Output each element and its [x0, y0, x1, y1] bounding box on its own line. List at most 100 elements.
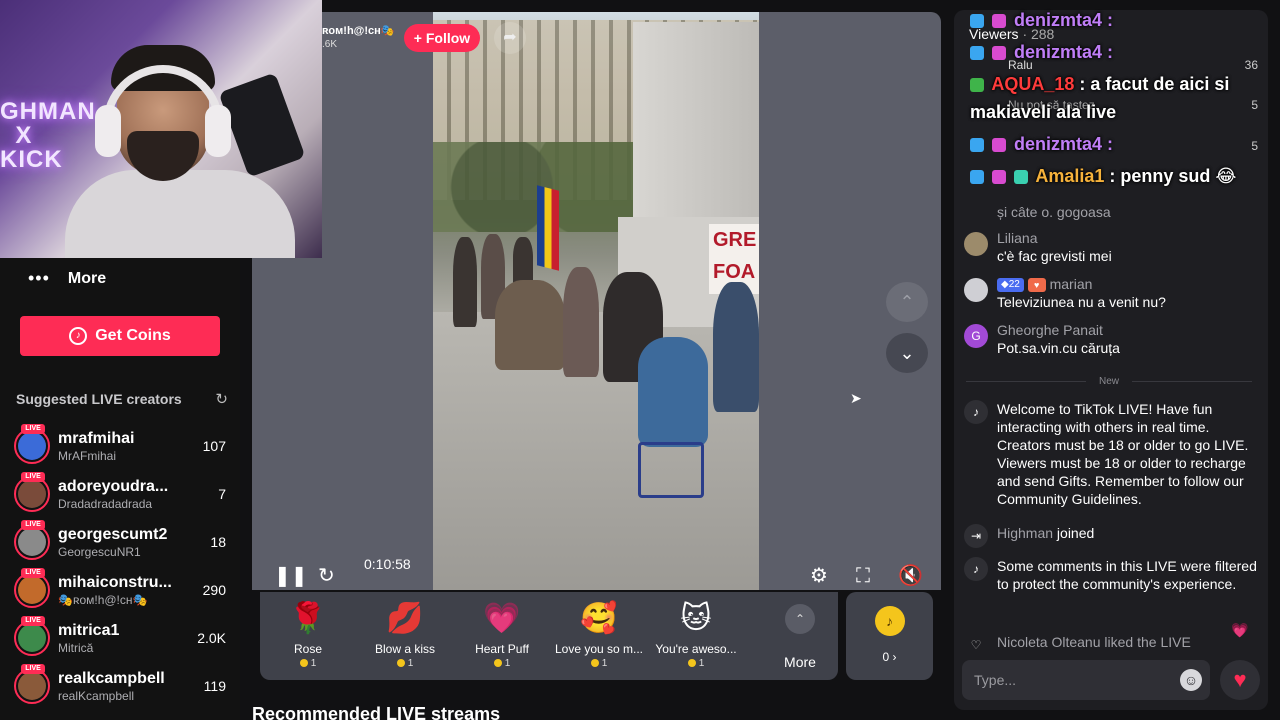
creator-name: realkcampbell: [58, 669, 165, 687]
coin-icon: ♪: [69, 327, 88, 345]
avatar[interactable]: LIVE: [14, 424, 50, 464]
live-player[interactable]: GRE FOA ❚❚ ↻ ⚙ ⛶ 🔇: [252, 12, 941, 590]
liked-username[interactable]: Nicoleta Olteanu: [997, 634, 1101, 650]
streamer-info[interactable]: ʀoᴍ!h@!ᴄн🎭 .6K: [322, 24, 395, 50]
overlay-message: : a facut de aici si: [1074, 74, 1230, 94]
chat-message[interactable]: Liliana c'è fac grevisti mei: [964, 230, 1260, 265]
chat-username[interactable]: Liliana: [997, 230, 1112, 246]
recommended-title: Recommended LIVE streams: [252, 704, 501, 720]
suggested-creator[interactable]: LIVE adoreyoudra... Dradadradadrada 7: [14, 472, 226, 516]
refresh-icon[interactable]: ↻: [215, 390, 228, 408]
live-badge: LIVE: [21, 520, 45, 530]
viewer-score: 5: [1251, 139, 1258, 153]
gift-price: 1: [310, 658, 317, 669]
creator-name: mrafmihai: [58, 429, 135, 447]
avatar[interactable]: LIVE: [14, 568, 50, 608]
previous-stream-icon[interactable]: ⌃: [886, 282, 928, 322]
gift-item[interactable]: 🥰 Love you so m... 1: [553, 600, 645, 669]
more-menu[interactable]: ••• More: [28, 268, 106, 289]
avatar[interactable]: [964, 232, 988, 256]
chat-message[interactable]: G Gheorghe Panait Pot.sa.vin.cu căruța: [964, 322, 1260, 357]
overlay-username: denizmta4 :: [1014, 42, 1114, 62]
live-video[interactable]: GRE FOA: [433, 12, 759, 590]
stream-timer: 0:10:58: [364, 556, 411, 572]
creator-viewer-count: 290: [202, 582, 226, 598]
gift-price: 1: [504, 658, 511, 669]
creator-handle: realKcampbell: [58, 688, 135, 703]
creator-name: georgescumt2: [58, 525, 168, 543]
share-icon[interactable]: ➦: [494, 22, 526, 54]
heart-outline-icon: ♡: [970, 638, 982, 652]
avatar[interactable]: LIVE: [14, 520, 50, 560]
fan-badge-icon: [992, 170, 1007, 185]
next-stream-icon[interactable]: ⌄: [886, 333, 928, 373]
liked-text: liked the LIVE: [1100, 634, 1191, 650]
emoji-icon[interactable]: ☺: [1180, 669, 1202, 691]
join-icon: ⇥: [964, 524, 988, 548]
fullscreen-icon[interactable]: ⛶: [856, 564, 870, 588]
fan-badge-icon: [992, 46, 1007, 61]
diamond-badge-icon: [970, 14, 984, 29]
romanian-flag: [537, 185, 559, 271]
avatar[interactable]: LIVE: [14, 616, 50, 656]
gift-name: You're aweso...: [655, 642, 737, 656]
system-message-joined: ⇥ Highman joined: [964, 524, 1260, 548]
avatar[interactable]: LIVE: [14, 472, 50, 512]
gift-price: 1: [698, 658, 705, 669]
chat-username[interactable]: marian: [1050, 276, 1093, 292]
coin-icon: [493, 659, 502, 668]
overlay-message: makiaveli ala live: [970, 102, 1117, 122]
suggested-creator[interactable]: LIVE mitrica1 Mitrică 2.0K: [14, 616, 226, 660]
avatar[interactable]: G: [964, 324, 988, 348]
chat-username[interactable]: Gheorghe Panait: [997, 322, 1120, 338]
settings-icon[interactable]: ⚙: [810, 564, 828, 588]
diamond-badge-icon: [970, 138, 984, 153]
get-coins-button[interactable]: ♪ Get Coins: [20, 316, 220, 356]
suggested-creator[interactable]: LIVE mrafmihai MrAFmihai 107: [14, 424, 226, 468]
coin-icon: [687, 659, 696, 668]
welcome-text: Welcome to TikTok LIVE! Have fun interac…: [997, 401, 1249, 507]
get-coins-label: Get Coins: [95, 327, 171, 344]
gift-item[interactable]: 💋 Blow a kiss 1: [359, 600, 451, 669]
suggested-creator[interactable]: LIVE mihaiconstru... 🎭ʀoᴍ!h@!ᴄн🎭 290: [14, 568, 226, 612]
suggested-creator[interactable]: LIVE georgescumt2 GeorgescuNR1 18: [14, 520, 226, 564]
suggested-creator[interactable]: LIVE realkcampbell realKcampbell 119: [14, 664, 226, 708]
like-heart-button[interactable]: ♥: [1220, 660, 1260, 700]
gift-icon: 🥰: [580, 602, 618, 635]
more-gifts-button[interactable]: ⌃ More: [770, 604, 830, 670]
live-badge: LIVE: [21, 568, 45, 578]
more-dots-icon: •••: [28, 268, 50, 288]
joined-text: joined: [1053, 525, 1095, 541]
coin-icon: ♪: [874, 606, 905, 636]
gift-name: Love you so m...: [554, 642, 644, 656]
new-messages-divider: New: [966, 376, 1252, 387]
chat-message[interactable]: și câte o. gogoasa: [964, 202, 1260, 228]
gift-item[interactable]: 🐱 You're aweso... 1: [650, 600, 742, 669]
more-gifts-label: More: [784, 654, 816, 670]
chat-message-text: Televiziunea nu a venit nu?: [997, 294, 1166, 311]
viewer-score: 5: [1251, 98, 1258, 112]
pause-icon[interactable]: ❚❚: [274, 564, 308, 588]
refresh-stream-icon[interactable]: ↻: [318, 564, 335, 588]
coin-wallet[interactable]: ♪ 0 ›: [846, 592, 933, 680]
tiktok-icon: ♪: [964, 557, 988, 581]
overlay-username: Amalia1: [1035, 166, 1105, 186]
level-badge: ◆22: [997, 278, 1024, 293]
viewer-score: 36: [1244, 58, 1258, 72]
chat-message[interactable]: ◆22 ♥ marian Televiziunea nu a venit nu?: [964, 276, 1260, 311]
coin-icon: [299, 659, 308, 668]
creator-viewer-count: 18: [210, 534, 226, 550]
floating-heart-icon: 💗: [1231, 622, 1249, 638]
joined-username[interactable]: Highman: [997, 525, 1053, 541]
avatar[interactable]: LIVE: [14, 664, 50, 704]
overlay-message: : penny sud 😂: [1104, 166, 1237, 186]
system-message-filtered: ♪ Some comments in this LIVE were filter…: [964, 557, 1260, 593]
coin-icon: [396, 659, 405, 668]
chat-input[interactable]: [962, 660, 1210, 700]
mute-icon[interactable]: 🔇: [898, 564, 923, 588]
gift-item[interactable]: 🌹 Rose 1: [262, 600, 354, 669]
gift-item[interactable]: 💗 Heart Puff 1: [456, 600, 548, 669]
gift-icon: 💗: [483, 602, 521, 635]
follow-button[interactable]: + Follow: [404, 24, 480, 52]
avatar[interactable]: [964, 278, 988, 302]
